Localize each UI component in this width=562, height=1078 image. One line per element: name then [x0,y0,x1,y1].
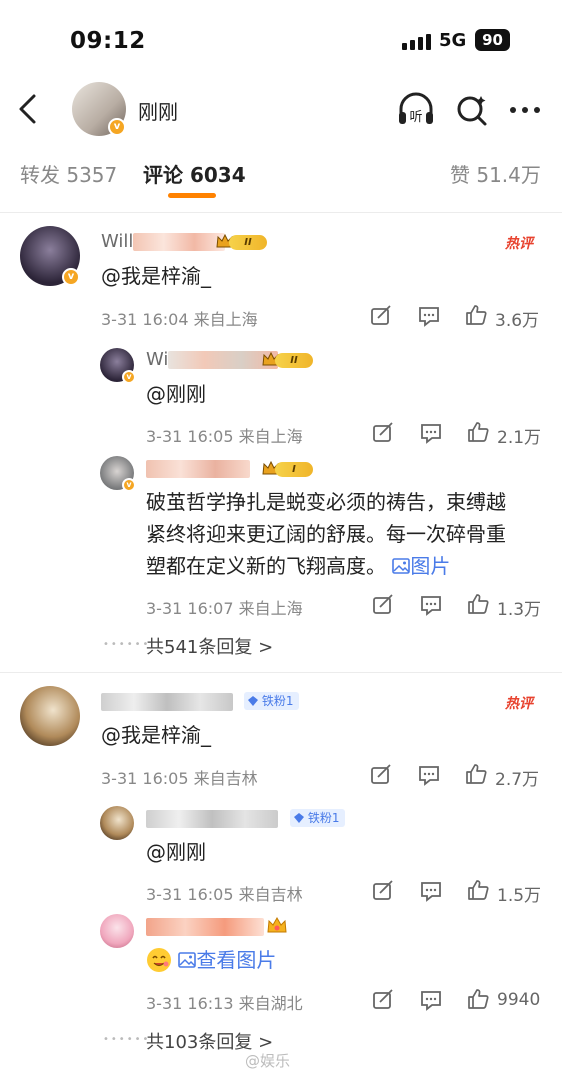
fan-badge: 铁粉1 [290,809,346,827]
image-icon [392,558,411,574]
battery-icon: 90 [475,29,510,51]
commenter-avatar[interactable] [20,686,80,746]
reply-text: 查看图片 [146,944,276,976]
tab-comments[interactable]: 评论 6034 [143,159,246,188]
reply-meta: 3-31 16:13 来自湖北 [146,994,303,1013]
like-count: 3.6万 [495,311,540,331]
active-tab-indicator [168,193,216,198]
reply-icon[interactable] [420,880,442,902]
repost-icon[interactable] [372,989,394,1011]
reply-name[interactable]: Wi [146,349,279,370]
author-avatar[interactable]: v [72,82,126,136]
like-icon[interactable] [467,988,489,1010]
hot-comment-badge: 热评 [505,696,533,712]
like-count: 9940 [497,990,541,1010]
fan-badge: 铁粉1 [244,692,300,710]
reply-name[interactable] [146,916,264,937]
divider [0,212,562,213]
diamond-icon [294,813,304,823]
like-count: 1.5万 [497,886,542,906]
repost-icon[interactable] [372,422,394,444]
more-options-button[interactable] [506,90,546,130]
author-name[interactable]: 刚刚 [138,96,178,125]
verified-badge: v [62,268,80,286]
view-image-link[interactable]: 查看图片 [178,948,276,972]
like-count: 1.3万 [497,600,542,620]
repost-icon[interactable] [372,594,394,616]
image-icon [178,952,197,968]
member-level-badge: II [261,350,313,370]
reply-text: 破茧哲学挣扎是蜕变必须的祷告，束缚越 紧终将迎来更辽阔的舒展。每一次碎骨重 塑都… [146,490,506,578]
tab-likes[interactable]: 赞 51.4万 [450,159,541,188]
reply-name[interactable] [146,458,250,479]
repost-icon[interactable] [370,305,392,327]
like-count: 2.7万 [495,770,540,790]
commenter-name[interactable]: Will [101,231,226,252]
like-icon[interactable] [465,763,487,785]
post-tabs: 转发 5357 评论 6034 赞 51.4万 [0,150,562,200]
top-nav: v 刚刚 听 [0,78,562,140]
comment-meta: 3-31 16:04 来自上海 [101,310,258,329]
member-level-badge: I [261,459,313,479]
reply-meta: 3-31 16:05 来自吉林 [146,885,303,904]
emoji-icon [147,948,171,972]
status-time: 09:12 [70,28,146,54]
back-arrow-icon[interactable] [14,92,44,126]
search-icon [457,96,487,126]
status-bar: 09:12 5G 90 [0,0,562,78]
member-level-badge: II [215,232,267,252]
reply-text: @刚刚 [146,840,206,864]
reply-icon[interactable] [420,989,442,1011]
tab-repost[interactable]: 转发 5357 [20,159,117,188]
like-icon[interactable] [467,879,489,901]
like-icon[interactable] [465,304,487,326]
like-count: 2.1万 [497,428,542,448]
search-button[interactable] [452,90,492,130]
commenter-name[interactable] [101,691,233,712]
view-more-replies[interactable]: 共541条回复 > [146,633,273,659]
reply-meta: 3-31 16:05 来自上海 [146,427,303,446]
crown-badge-icon [267,916,287,933]
more-dots-icon [510,107,540,113]
commenter-avatar[interactable]: v [20,226,80,286]
verified-badge: v [108,118,126,136]
verified-badge: v [122,478,136,492]
reply-meta: 3-31 16:07 来自上海 [146,599,303,618]
reply-icon[interactable] [418,764,440,786]
reply-icon[interactable] [420,422,442,444]
reply-avatar[interactable]: v [100,348,136,384]
reply-icon[interactable] [418,305,440,327]
comment-text: @我是梓渝_ [101,264,211,288]
image-link[interactable]: 图片 [392,554,450,578]
reply-avatar[interactable] [100,914,134,948]
comment-meta: 3-31 16:05 来自吉林 [101,769,258,788]
repost-icon[interactable] [372,880,394,902]
headphones-icon: 听 [399,92,433,125]
verified-badge: v [122,370,136,384]
thread-dots: •••••• [103,1034,151,1045]
hot-comment-badge: 热评 [505,236,533,252]
diamond-icon [248,696,258,706]
reply-name[interactable] [146,808,278,829]
divider [0,672,562,673]
watermark: @娱乐 [245,1052,291,1070]
reply-icon[interactable] [420,594,442,616]
network-type: 5G [439,30,467,51]
reply-text: @刚刚 [146,382,206,406]
signal-icon [402,34,432,50]
repost-icon[interactable] [370,764,392,786]
like-icon[interactable] [467,593,489,615]
reply-avatar[interactable] [100,806,134,840]
reply-avatar[interactable]: v [100,456,136,492]
listen-label: 听 [409,110,422,125]
like-icon[interactable] [467,421,489,443]
listen-button[interactable]: 听 [396,90,436,130]
thread-dots: •••••• [103,639,151,650]
comment-text: @我是梓渝_ [101,723,211,747]
